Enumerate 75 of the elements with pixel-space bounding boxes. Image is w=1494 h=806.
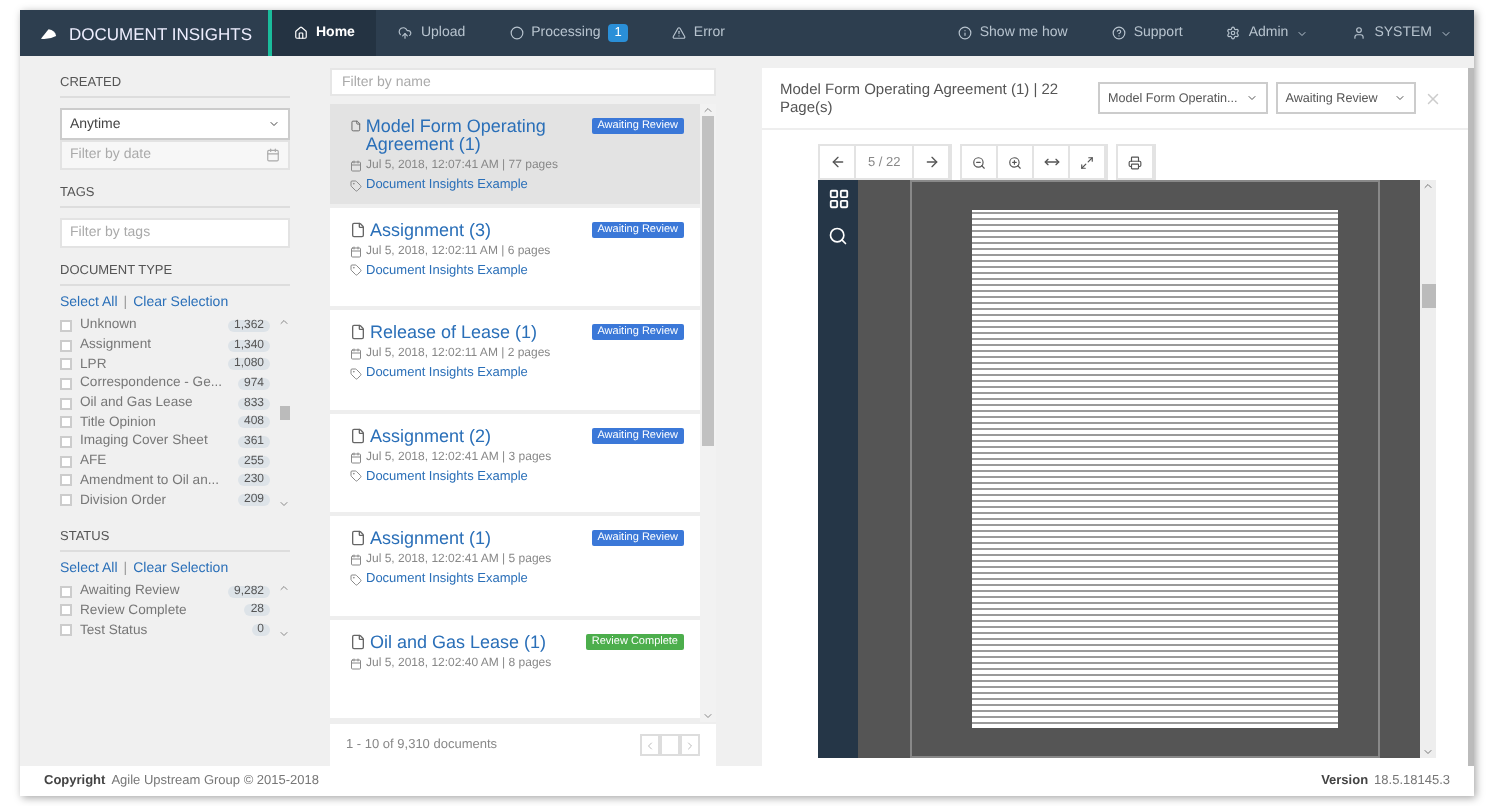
checkbox[interactable] <box>60 339 72 352</box>
calendar-icon <box>350 348 362 360</box>
calendar-icon <box>350 451 362 463</box>
file-icon <box>350 324 366 340</box>
calendar-icon <box>350 657 362 669</box>
scroll-thumb[interactable] <box>702 116 714 446</box>
scroll-thumb[interactable] <box>1421 284 1435 308</box>
search-icon[interactable] <box>828 226 848 246</box>
previous-button[interactable] <box>640 734 660 756</box>
expand-icon <box>1080 155 1095 169</box>
printer-icon <box>1128 155 1143 169</box>
zoom-out-icon <box>972 155 987 169</box>
chevron-right-icon <box>684 739 696 751</box>
checkbox[interactable] <box>60 416 72 429</box>
checkbox[interactable] <box>60 455 72 468</box>
chevron-left-icon <box>644 739 656 751</box>
scroll-up-icon[interactable] <box>702 104 714 116</box>
document-title: Oil and Gas Lease (1) <box>370 633 547 651</box>
file-icon <box>350 530 366 546</box>
tag-icon <box>350 470 362 482</box>
checkbox[interactable] <box>60 435 72 448</box>
double-arrow-icon <box>1043 154 1060 170</box>
checkbox[interactable] <box>60 604 72 617</box>
caret-icon <box>1393 92 1406 104</box>
file-icon <box>350 427 366 443</box>
caret-icon <box>268 118 280 130</box>
scroll-down-icon[interactable] <box>1422 746 1434 758</box>
calendar-icon <box>350 245 362 257</box>
file-icon <box>350 633 366 649</box>
thumbnails-icon[interactable] <box>827 188 849 210</box>
file-icon <box>350 118 362 134</box>
tag-icon <box>350 573 362 585</box>
settings-icon <box>1226 26 1241 40</box>
document-title: Assignment (1) <box>370 530 492 548</box>
scroll-up-icon[interactable] <box>1422 180 1434 192</box>
arrow-right-icon <box>923 154 940 170</box>
scroll-thumb[interactable] <box>279 405 289 420</box>
info-icon <box>957 26 972 40</box>
file-icon <box>350 221 366 237</box>
upload-icon <box>398 26 413 40</box>
checkbox[interactable] <box>60 377 72 390</box>
zoom-in-icon <box>1008 155 1023 169</box>
page-button[interactable] <box>660 734 680 756</box>
checkbox[interactable] <box>60 397 72 410</box>
brand-name: DOCUMENT INSIGHTS <box>69 23 252 43</box>
home-icon <box>294 26 308 40</box>
scroll-down-icon[interactable] <box>278 627 290 640</box>
checkbox[interactable] <box>60 585 72 598</box>
checkbox[interactable] <box>60 358 72 371</box>
close-icon[interactable] <box>1423 89 1442 107</box>
checkbox[interactable] <box>60 624 72 637</box>
tag-icon <box>350 264 362 276</box>
scroll-down-icon[interactable] <box>278 497 290 510</box>
caret-icon <box>1245 92 1258 104</box>
circle-icon <box>509 26 524 40</box>
calendar-icon <box>350 554 362 566</box>
scroll-down-icon[interactable] <box>702 710 714 722</box>
scroll-up-icon[interactable] <box>278 316 290 328</box>
document-title: Model Form Operating Agreement (1) <box>365 118 548 154</box>
help-icon <box>1111 26 1126 40</box>
scroll-up-icon[interactable] <box>278 581 290 594</box>
warning-icon <box>671 26 686 40</box>
tag-icon <box>350 179 362 191</box>
document-title: Assignment (3) <box>370 221 492 239</box>
checkbox[interactable] <box>60 474 72 487</box>
calendar-icon <box>350 160 362 172</box>
tag-icon <box>350 367 362 379</box>
checkbox[interactable] <box>60 319 72 332</box>
arrow-left-icon <box>829 154 845 170</box>
checkbox[interactable] <box>60 494 72 507</box>
user-icon <box>1352 26 1367 40</box>
calendar-icon <box>266 148 280 162</box>
next-button[interactable] <box>680 734 700 756</box>
document-title: Release of Lease (1) <box>370 324 538 342</box>
document-title: Assignment (2) <box>370 427 492 445</box>
